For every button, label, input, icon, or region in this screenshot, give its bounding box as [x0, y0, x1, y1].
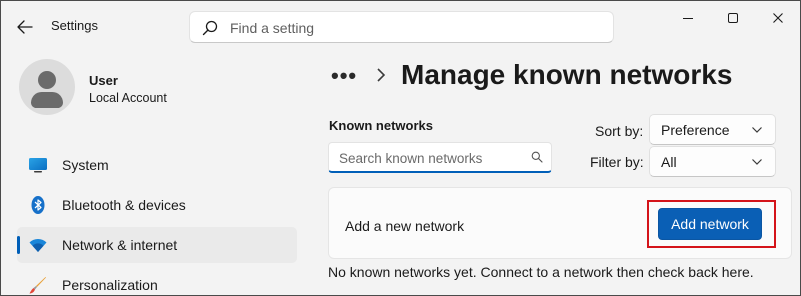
back-arrow-icon [17, 20, 33, 34]
maximize-button[interactable] [710, 5, 756, 31]
avatar-head-shape [38, 71, 56, 89]
search-input[interactable] [230, 18, 600, 38]
user-name: User [89, 73, 118, 88]
sidebar-item-network[interactable]: Network & internet [17, 227, 297, 263]
avatar[interactable] [19, 59, 75, 115]
add-network-label: Add a new network [345, 218, 465, 234]
filter-by-label: Filter by: [590, 154, 644, 170]
chevron-down-icon [752, 159, 762, 165]
chevron-right-icon [377, 68, 386, 82]
brush-icon [29, 277, 46, 294]
sidebar-item-bluetooth[interactable]: Bluetooth & devices [17, 187, 297, 223]
sidebar-item-personalization[interactable]: Personalization [17, 267, 297, 295]
page-title: Manage known networks [401, 59, 733, 90]
avatar-body-shape [31, 92, 63, 108]
sidebar-item-label: Personalization [62, 277, 158, 293]
breadcrumb-overflow-button[interactable]: ••• [331, 63, 357, 89]
known-networks-heading: Known networks [329, 118, 434, 133]
sort-by-dropdown[interactable]: Preference [649, 114, 776, 145]
bluetooth-icon [31, 196, 45, 214]
add-network-card: Add a new network Add network [328, 187, 792, 259]
known-networks-search[interactable] [328, 142, 552, 173]
filter-by-dropdown[interactable]: All [649, 146, 776, 177]
empty-state-message: No known networks yet. Connect to a netw… [328, 264, 754, 280]
sidebar-item-label: Network & internet [62, 237, 178, 253]
close-icon [773, 13, 783, 23]
search-icon [202, 20, 218, 36]
app-title: Settings [51, 18, 98, 33]
filter-by-value: All [661, 154, 677, 170]
maximize-icon [728, 13, 738, 23]
search-icon [531, 151, 543, 163]
minimize-icon [683, 18, 693, 19]
sort-by-label: Sort by: [595, 123, 644, 139]
search-box[interactable] [189, 11, 614, 43]
minimize-button[interactable] [665, 5, 711, 31]
sidebar-item-label: Bluetooth & devices [62, 197, 186, 213]
wifi-icon [29, 238, 47, 252]
selection-indicator [17, 236, 20, 254]
chevron-down-icon [752, 127, 762, 133]
back-button[interactable] [11, 13, 39, 41]
add-network-button[interactable]: Add network [658, 208, 762, 240]
sidebar-item-label: System [62, 157, 109, 173]
known-networks-search-input[interactable] [339, 149, 519, 167]
sort-by-value: Preference [661, 122, 730, 138]
close-button[interactable] [755, 5, 800, 31]
system-icon [29, 158, 47, 173]
sidebar-item-system[interactable]: System [17, 147, 297, 183]
account-type: Local Account [89, 91, 167, 105]
settings-window: Settings User Local Account [0, 0, 801, 296]
